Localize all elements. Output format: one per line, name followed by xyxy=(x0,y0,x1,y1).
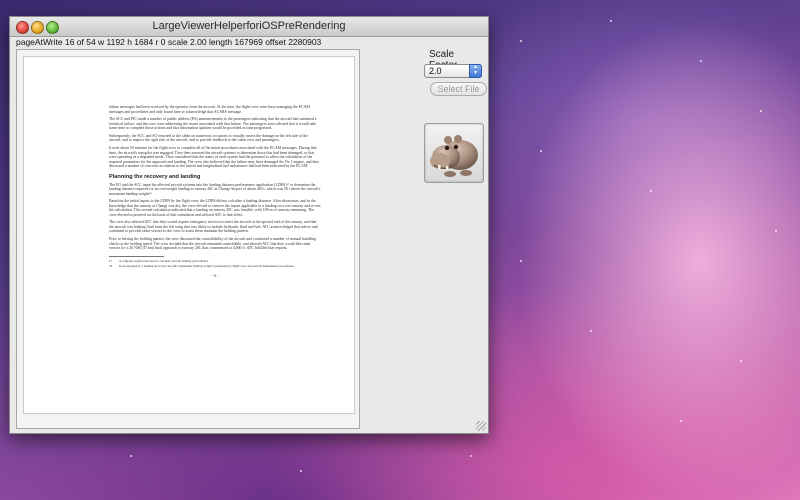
section-heading: Planning the recovery and landing xyxy=(109,173,201,180)
hippo-icon xyxy=(430,135,478,177)
footnote-text: In an emergency, a landing above the air… xyxy=(119,264,295,269)
scale-factor-popup[interactable]: 2.0 ▲ ▼ xyxy=(424,64,482,78)
title-bar[interactable]: LargeViewerHelperforiOSPreRendering xyxy=(10,17,488,37)
paragraph: The crew also advised ATC that they woul… xyxy=(109,220,318,234)
footnote-mark: 18 xyxy=(109,264,113,269)
status-line: pageAtWrite 16 of 54 w 1192 h 1684 r 0 s… xyxy=(16,37,322,47)
select-file-button[interactable]: Select File xyxy=(430,82,487,96)
paragraph: Based on the initial inputs to the LDPA … xyxy=(109,199,321,217)
footnote-text: A computer application used to calculate… xyxy=(119,258,210,263)
footnote-divider xyxy=(109,255,164,257)
popup-arrows-icon: ▲ ▼ xyxy=(469,64,482,78)
page-content: failure messages had been received by th… xyxy=(109,105,321,279)
footnote: 17 A computer application used to calcul… xyxy=(109,258,321,264)
paragraph: Subsequently, the SCC and SO returned to… xyxy=(109,133,309,143)
paragraph: Prior to leaving the holding pattern, th… xyxy=(109,237,316,251)
pdf-page: failure messages had been received by th… xyxy=(23,56,355,414)
paragraph: The SCC and PIC made a number of public … xyxy=(109,117,317,131)
resize-grip-icon[interactable] xyxy=(476,421,486,431)
paragraph: It took about 50 minutes for the flight … xyxy=(109,146,320,169)
paragraph: The FO and the SCC input the affected ai… xyxy=(109,182,321,196)
scale-factor-value: 2.0 xyxy=(429,66,442,76)
window-title: LargeViewerHelperforiOSPreRendering xyxy=(152,20,346,32)
app-window: LargeViewerHelperforiOSPreRendering page… xyxy=(9,16,489,434)
page-number: - 6 - xyxy=(211,273,219,279)
footnote-mark: 17 xyxy=(109,258,113,263)
document-viewer[interactable]: failure messages had been received by th… xyxy=(16,49,360,429)
image-well[interactable] xyxy=(424,123,484,183)
footnote: 18 In an emergency, a landing above the … xyxy=(109,265,321,269)
paragraph: failure messages had been received by th… xyxy=(109,105,310,114)
